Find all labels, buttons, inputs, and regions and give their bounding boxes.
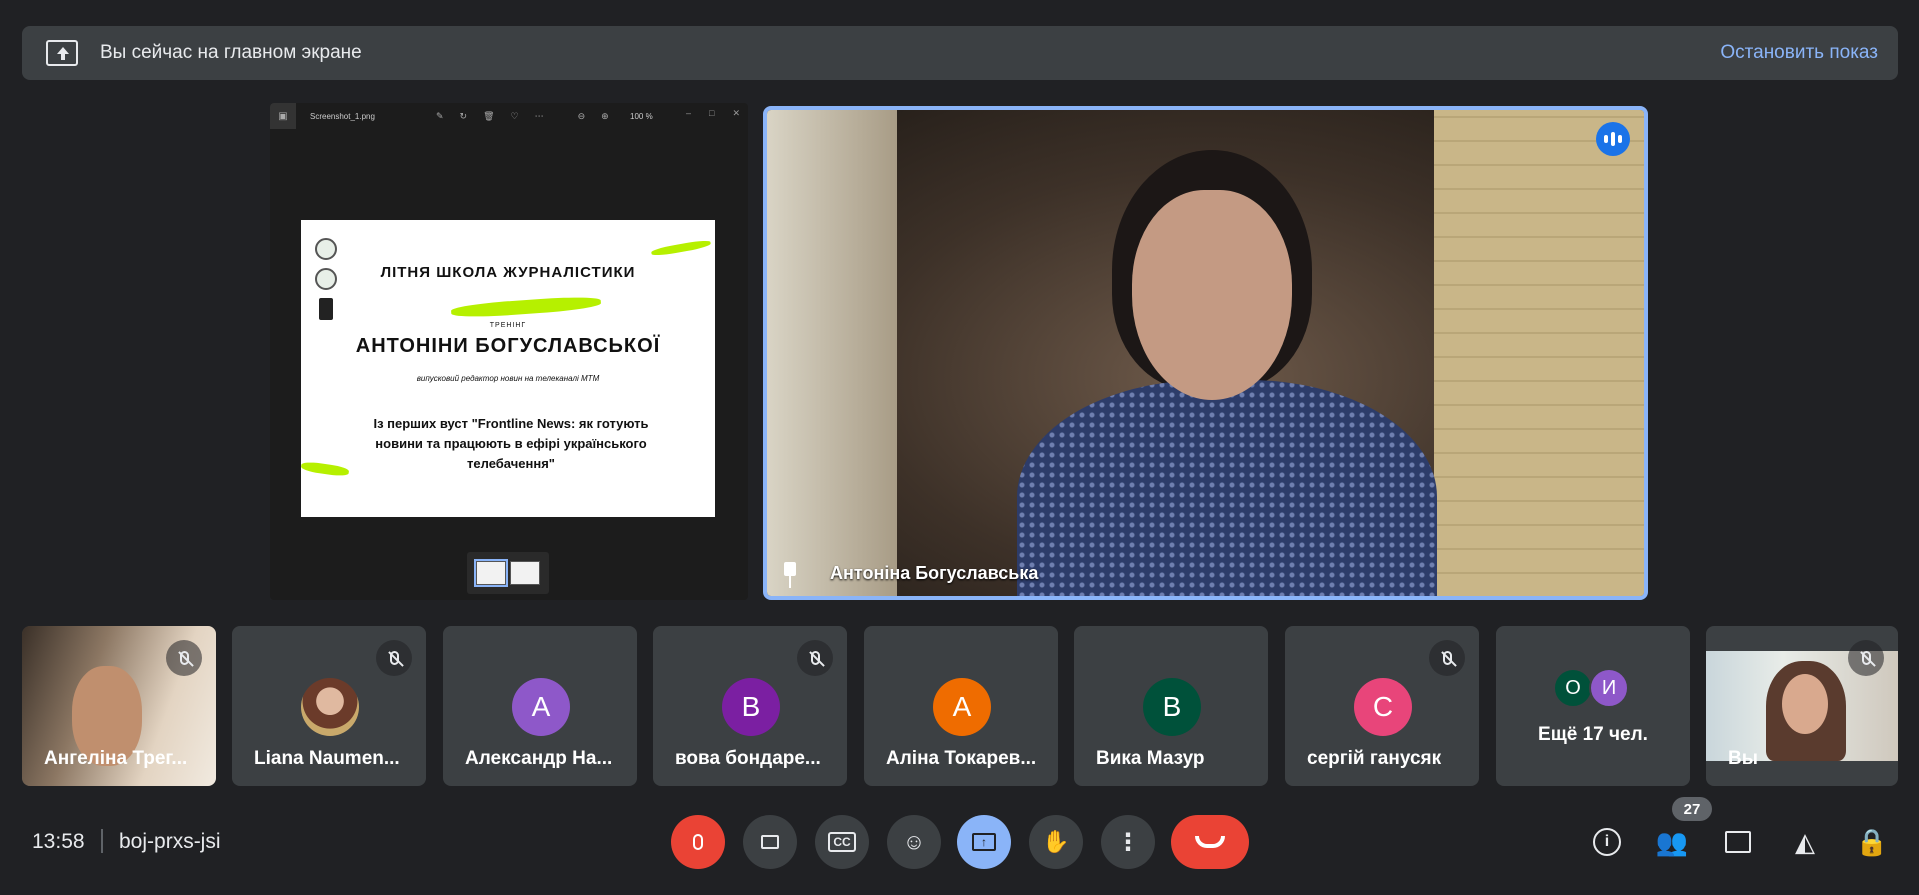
more-vert-icon: ⋮: [1116, 828, 1140, 856]
shared-slide: ЛІТНЯ ШКОЛА ЖУРНАЛІСТИКИ ТРЕНІНГ АНТОНІН…: [301, 220, 715, 517]
hand-icon: ✋: [1042, 829, 1070, 854]
slide-trainer-role: випусковий редактор новин на телеканалі …: [416, 374, 600, 383]
host-controls-button[interactable]: 🔒: [1852, 822, 1892, 862]
present-now-button[interactable]: ↑: [957, 815, 1011, 869]
main-speaker-tile[interactable]: Антоніна Богуславська: [763, 106, 1648, 600]
slide-topic: Із перших вуст "Frontline News: як готую…: [373, 416, 649, 471]
participant-name: вова бондаре...: [675, 748, 821, 769]
slide-trainer-name: АНТОНІНИ БОГУСЛАВСЬКОЇ: [355, 335, 661, 357]
stop-presenting-button[interactable]: Остановить показ: [1720, 42, 1878, 64]
avatar: И: [1589, 668, 1629, 708]
chat-icon: [1725, 831, 1751, 853]
more-options-button[interactable]: ⋮: [1101, 815, 1155, 869]
muted-mic-icon: [1848, 640, 1884, 676]
university-seal-icon: [315, 238, 337, 260]
avatar: В: [722, 678, 780, 736]
reactions-button[interactable]: ☺: [887, 815, 941, 869]
delete-icon: 🗑: [483, 111, 495, 121]
participant-tile[interactable]: Ссергій ганусяк: [1285, 626, 1479, 786]
video-background: [1434, 110, 1644, 596]
main-speaker-name: Антоніна Богуславська: [830, 563, 1039, 583]
muted-mic-icon: [1429, 640, 1465, 676]
participant-tile[interactable]: Ангеліна Трег...: [22, 626, 216, 786]
participant-name: Вы: [1728, 748, 1758, 769]
chat-button[interactable]: [1718, 822, 1758, 862]
more-icon: ⋯: [534, 111, 544, 121]
image-viewer-toolbar: ▣ Screenshot_1.png ✎ ↻ 🗑 ♡ ⋯ ⊖ ⊕ 100 % –…: [270, 103, 748, 129]
avatar: [301, 678, 359, 736]
zoom-in-icon: ⊕: [601, 111, 609, 121]
participant-tile[interactable]: Liana Naumen...: [232, 626, 426, 786]
info-icon: i: [1593, 828, 1621, 856]
avatar: С: [1354, 678, 1412, 736]
participant-name: Аліна Токарев...: [886, 748, 1037, 769]
participant-name: сергій ганусяк: [1307, 748, 1442, 769]
participant-name: Ангеліна Трег...: [44, 748, 188, 769]
slide-heading: ЛІТНЯ ШКОЛА ЖУРНАЛІСТИКИ: [380, 264, 636, 281]
presenting-banner: Вы сейчас на главном экране Остановить п…: [22, 26, 1898, 80]
banner-text: Вы сейчас на главном экране: [100, 42, 362, 63]
muted-mic-icon: [376, 640, 412, 676]
rotate-icon: ↻: [459, 111, 468, 121]
captions-button[interactable]: CC: [815, 815, 869, 869]
edit-icon: ✎: [436, 111, 444, 121]
minimize-icon: –: [686, 108, 692, 118]
raise-hand-button[interactable]: ✋: [1029, 815, 1083, 869]
camera-toggle-button[interactable]: [743, 815, 797, 869]
more-participants-count: Ещё 17 чел.: [1538, 724, 1648, 745]
close-icon: ✕: [732, 108, 740, 118]
end-call-icon: [1195, 836, 1225, 848]
divider: [101, 829, 103, 853]
participant-tile[interactable]: Ввова бондаре...: [653, 626, 847, 786]
captions-icon: CC: [828, 832, 856, 852]
photos-app-icon: ▣: [270, 103, 296, 129]
slide-label: ТРЕНІНГ: [489, 322, 527, 329]
pin-icon[interactable]: [781, 562, 799, 588]
speaking-indicator-icon: [1596, 122, 1630, 156]
more-participants-tile[interactable]: О И Ещё 17 чел.: [1496, 626, 1690, 786]
participant-tile[interactable]: А Аліна Токарев...: [864, 626, 1058, 786]
present-screen-icon: [46, 40, 78, 66]
viewer-zoom-level: 100 %: [630, 112, 653, 121]
favorite-icon: ♡: [510, 111, 519, 121]
meeting-time: 13:58: [32, 830, 85, 853]
avatar: А: [512, 678, 570, 736]
emoji-icon: ☺: [902, 829, 926, 854]
organizer-logo-icon: [319, 298, 333, 320]
people-count-badge: 27: [1672, 797, 1712, 821]
mic-off-icon: [693, 834, 703, 850]
participant-name: Вика Мазур: [1096, 748, 1205, 769]
participant-tile[interactable]: А Александр На...: [443, 626, 637, 786]
muted-mic-icon: [166, 640, 202, 676]
participant-name: Liana Naumen...: [254, 748, 400, 769]
meeting-details-button[interactable]: i: [1587, 822, 1627, 862]
participant-name: Александр На...: [465, 748, 613, 769]
people-button[interactable]: 👥: [1652, 822, 1692, 862]
avatar: А: [933, 678, 991, 736]
shared-screen-tile[interactable]: ▣ Screenshot_1.png ✎ ↻ 🗑 ♡ ⋯ ⊖ ⊕ 100 % –…: [270, 103, 748, 600]
people-icon: 👥: [1655, 826, 1689, 857]
avatar: В: [1143, 678, 1201, 736]
thumbnail: [474, 559, 508, 587]
lock-person-icon: 🔒: [1855, 826, 1889, 857]
present-screen-icon: ↑: [972, 833, 996, 851]
maximize-icon: □: [709, 108, 715, 118]
meeting-code: boj-prxs-jsi: [119, 830, 221, 853]
viewer-filename: Screenshot_1.png: [310, 111, 375, 121]
speaker-video: [1017, 150, 1437, 596]
thumbnail: [510, 561, 540, 585]
self-tile[interactable]: Вы: [1706, 626, 1898, 786]
video-background: [767, 110, 897, 596]
participant-tile[interactable]: В Вика Мазур: [1074, 626, 1268, 786]
muted-mic-icon: [797, 640, 833, 676]
camera-icon: [761, 835, 779, 849]
activities-button[interactable]: ◭: [1785, 822, 1825, 862]
mic-toggle-button[interactable]: [671, 815, 725, 869]
leave-call-button[interactable]: [1171, 815, 1249, 869]
zoom-out-icon: ⊖: [577, 111, 586, 121]
avatar: О: [1553, 668, 1593, 708]
viewer-thumbnail-strip: [467, 552, 549, 594]
activities-icon: ◭: [1795, 826, 1815, 857]
